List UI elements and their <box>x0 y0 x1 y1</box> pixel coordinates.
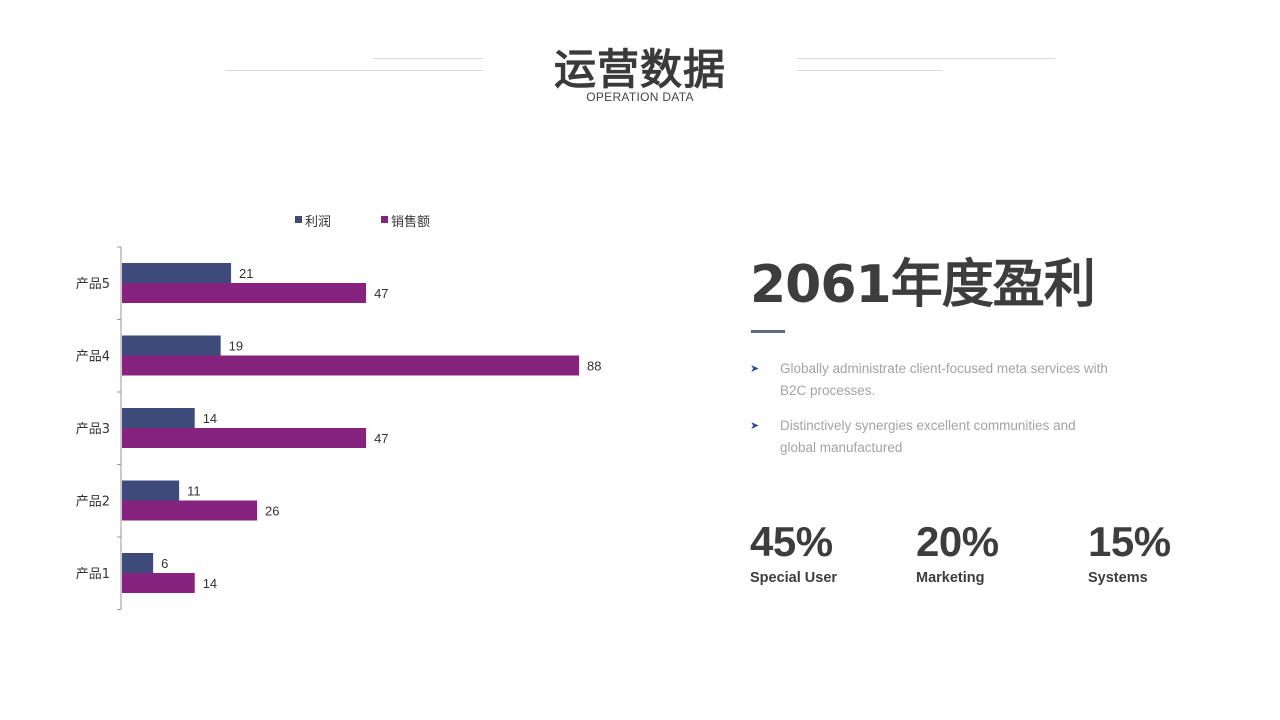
bullet-text: Distinctively synergies excellent commun… <box>780 418 1076 455</box>
stat-value: 20% <box>916 518 999 565</box>
bar-chart: 利润 销售额产品1 6 14 产品2 11 26 产品3 14 47 产品4 19 88 产品5 21 47 <box>76 214 601 610</box>
category-label: 产品4 <box>76 350 110 365</box>
bar <box>122 335 221 356</box>
category-label: 产品1 <box>76 567 110 582</box>
category-label: 产品2 <box>76 495 110 510</box>
data-label: 47 <box>374 286 388 301</box>
legend-label: 销售额 <box>391 214 430 230</box>
stat-label: Marketing <box>916 570 985 586</box>
bar <box>122 263 232 283</box>
bullet-item: ➤ Distinctively synergies excellent comm… <box>750 415 1110 459</box>
data-label: 26 <box>265 504 279 519</box>
legend-swatch <box>381 216 388 223</box>
bar <box>122 428 367 448</box>
arrow-right-icon: ➤ <box>750 363 760 375</box>
bar <box>122 480 180 501</box>
stat-label: Special User <box>750 570 838 586</box>
stat-systems: 15% Systems <box>1088 518 1171 586</box>
data-label: 6 <box>161 556 168 571</box>
header-line-left-upper <box>373 58 483 59</box>
bar <box>122 283 367 303</box>
headline: 2061年度盈利 <box>750 255 1096 315</box>
data-label: 14 <box>203 411 217 426</box>
data-label: 88 <box>587 359 601 374</box>
bar <box>122 500 258 521</box>
bar <box>122 408 195 428</box>
data-label: 11 <box>187 484 201 499</box>
header-line-left-lower <box>225 70 483 71</box>
page-subtitle: OPERATION DATA <box>586 90 694 104</box>
accent-divider <box>751 330 785 333</box>
data-label: 47 <box>374 431 388 446</box>
header-line-right-lower <box>797 70 942 71</box>
legend-swatch <box>295 216 302 223</box>
bar <box>122 553 154 573</box>
stat-label: Systems <box>1088 570 1148 586</box>
bullet-item: ➤ Globally administrate client-focused m… <box>750 358 1110 402</box>
bar <box>122 355 579 376</box>
stat-special-user: 45% Special User <box>750 518 837 586</box>
stat-marketing: 20% Marketing <box>916 518 999 586</box>
stat-value: 45% <box>750 518 833 565</box>
data-label: 14 <box>203 576 217 591</box>
arrow-right-icon: ➤ <box>750 420 760 432</box>
data-label: 19 <box>229 339 243 354</box>
data-label: 21 <box>239 266 253 281</box>
legend-label: 利润 <box>305 215 331 230</box>
header-line-right-upper <box>797 58 1055 59</box>
stat-value: 15% <box>1088 518 1171 565</box>
category-label: 产品3 <box>76 422 110 437</box>
page-title: 运营数据 <box>553 45 726 94</box>
bar <box>122 573 195 593</box>
category-label: 产品5 <box>76 277 110 292</box>
bullet-text: Globally administrate client-focused met… <box>780 361 1108 398</box>
